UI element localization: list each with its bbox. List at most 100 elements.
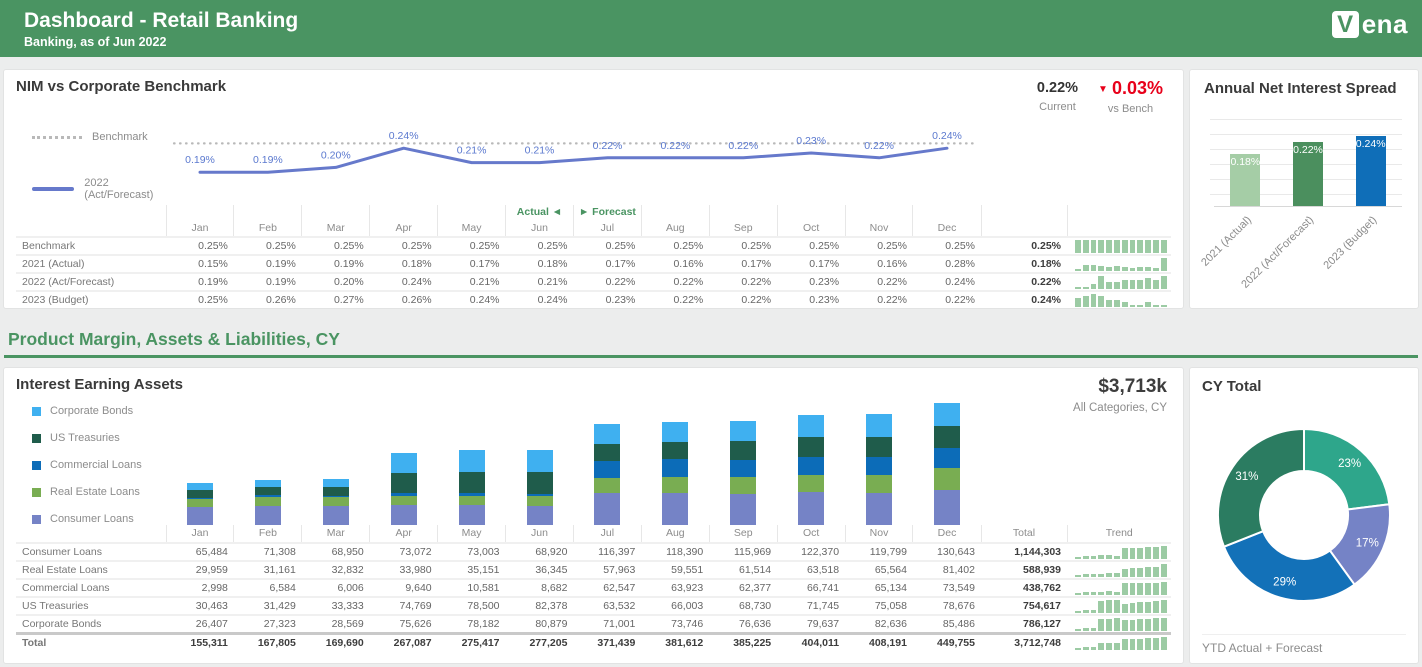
annual-bar[interactable]: 0.18% [1230, 154, 1260, 206]
stack-segment[interactable] [187, 483, 213, 490]
stack-segment[interactable] [866, 475, 892, 493]
stacked-bar[interactable] [866, 414, 892, 525]
legend-item[interactable]: US Treasuries [32, 432, 166, 444]
row-total: 0.18% [981, 255, 1067, 273]
stack-segment[interactable] [934, 403, 960, 426]
stacked-bar[interactable] [391, 453, 417, 525]
assets-kpi: $3,713k All Categories, CY [1073, 376, 1167, 414]
stack-segment[interactable] [798, 475, 824, 492]
stack-segment[interactable] [866, 457, 892, 475]
stack-segment[interactable] [255, 506, 281, 525]
stack-segment[interactable] [934, 426, 960, 447]
stacked-bar[interactable] [798, 415, 824, 525]
stack-segment[interactable] [866, 437, 892, 457]
stack-segment[interactable] [934, 490, 960, 525]
stack-segment[interactable] [798, 415, 824, 437]
month-header: Apr [370, 205, 438, 237]
stack-segment[interactable] [391, 453, 417, 474]
stack-segment[interactable] [934, 448, 960, 468]
stack-segment[interactable] [255, 487, 281, 496]
stack-segment[interactable] [255, 480, 281, 487]
stack-segment[interactable] [391, 496, 417, 505]
table-cell: 404,011 [777, 634, 845, 652]
stack-segment[interactable] [187, 499, 213, 507]
stacked-bar[interactable] [459, 450, 485, 525]
stack-segment[interactable] [594, 493, 620, 525]
stacked-bar[interactable] [662, 422, 688, 525]
stack-segment[interactable] [391, 505, 417, 525]
stacked-bar[interactable] [594, 424, 620, 525]
table-cell: 66,003 [641, 597, 709, 615]
stack-segment[interactable] [459, 505, 485, 525]
legend-swatch-icon [32, 407, 41, 416]
legend-item[interactable]: Commercial Loans [32, 459, 166, 471]
stack-segment[interactable] [323, 497, 349, 506]
stack-segment[interactable] [459, 496, 485, 506]
stack-segment[interactable] [798, 457, 824, 475]
bar-value-label: 0.22% [1290, 144, 1326, 156]
table-row: Benchmark0.25%0.25%0.25%0.25%0.25%0.25%0… [16, 237, 1171, 255]
stack-segment[interactable] [323, 487, 349, 496]
cy-total-title: CY Total [1202, 378, 1406, 395]
stack-segment[interactable] [866, 493, 892, 526]
stack-segment[interactable] [527, 472, 553, 494]
donut-slice[interactable] [1218, 429, 1304, 547]
stack-segment[interactable] [323, 479, 349, 487]
table-cell: 80,879 [506, 615, 574, 634]
legend-item-benchmark[interactable]: Benchmark [32, 131, 166, 143]
stack-segment[interactable] [594, 424, 620, 443]
stacked-bar[interactable] [323, 479, 349, 525]
table-cell: 0.16% [641, 255, 709, 273]
stack-segment[interactable] [527, 450, 553, 472]
stack-segment[interactable] [730, 477, 756, 494]
stack-segment[interactable] [662, 493, 688, 525]
legend-item[interactable]: Consumer Loans [32, 513, 166, 525]
stack-segment[interactable] [662, 442, 688, 460]
stack-segment[interactable] [662, 422, 688, 442]
stack-segment[interactable] [798, 492, 824, 525]
stack-segment[interactable] [730, 460, 756, 477]
legend-swatch-icon [32, 461, 41, 470]
table-row: Total155,311167,805169,690267,087275,417… [16, 634, 1171, 652]
donut-slice[interactable] [1224, 531, 1355, 601]
legend-item-2022[interactable]: 2022 (Act/Forecast) [32, 177, 166, 201]
stack-segment[interactable] [594, 444, 620, 461]
stacked-bar[interactable] [187, 483, 213, 525]
row-total: 3,712,748 [981, 634, 1067, 652]
stack-segment[interactable] [798, 437, 824, 457]
legend-label: 2022 (Act/Forecast) [84, 177, 166, 201]
stack-segment[interactable] [594, 461, 620, 478]
stack-segment[interactable] [187, 490, 213, 498]
stacked-bar[interactable] [255, 480, 281, 525]
series-2022-line[interactable] [200, 148, 947, 172]
stacked-bar[interactable] [730, 421, 756, 525]
stack-segment[interactable] [662, 459, 688, 476]
stacked-bar[interactable] [934, 403, 960, 525]
stack-segment[interactable] [934, 468, 960, 490]
stack-segment[interactable] [527, 496, 553, 506]
assets-title: Interest Earning Assets [16, 376, 1171, 393]
stack-segment[interactable] [594, 478, 620, 494]
trend-cell [1067, 561, 1171, 579]
stack-segment[interactable] [730, 494, 756, 526]
trend-sparkline [1075, 276, 1171, 289]
stack-segment[interactable] [730, 421, 756, 442]
legend-item[interactable]: Corporate Bonds [32, 405, 166, 417]
stack-segment[interactable] [662, 477, 688, 493]
stack-segment[interactable] [391, 473, 417, 493]
legend-item[interactable]: Real Estate Loans [32, 486, 166, 498]
trend-cell [1067, 543, 1171, 561]
annual-bar[interactable]: 0.24% [1356, 136, 1386, 206]
stack-segment[interactable] [187, 507, 213, 525]
stack-segment[interactable] [459, 450, 485, 471]
table-cell: 9,640 [370, 579, 438, 597]
stack-segment[interactable] [323, 506, 349, 525]
stack-segment[interactable] [527, 506, 553, 525]
stack-segment[interactable] [459, 472, 485, 493]
stack-segment[interactable] [730, 441, 756, 460]
stack-segment[interactable] [866, 414, 892, 436]
stack-segment[interactable] [255, 497, 281, 506]
total-header [981, 205, 1067, 237]
annual-bar[interactable]: 0.22% [1293, 142, 1323, 206]
stacked-bar[interactable] [527, 450, 553, 525]
